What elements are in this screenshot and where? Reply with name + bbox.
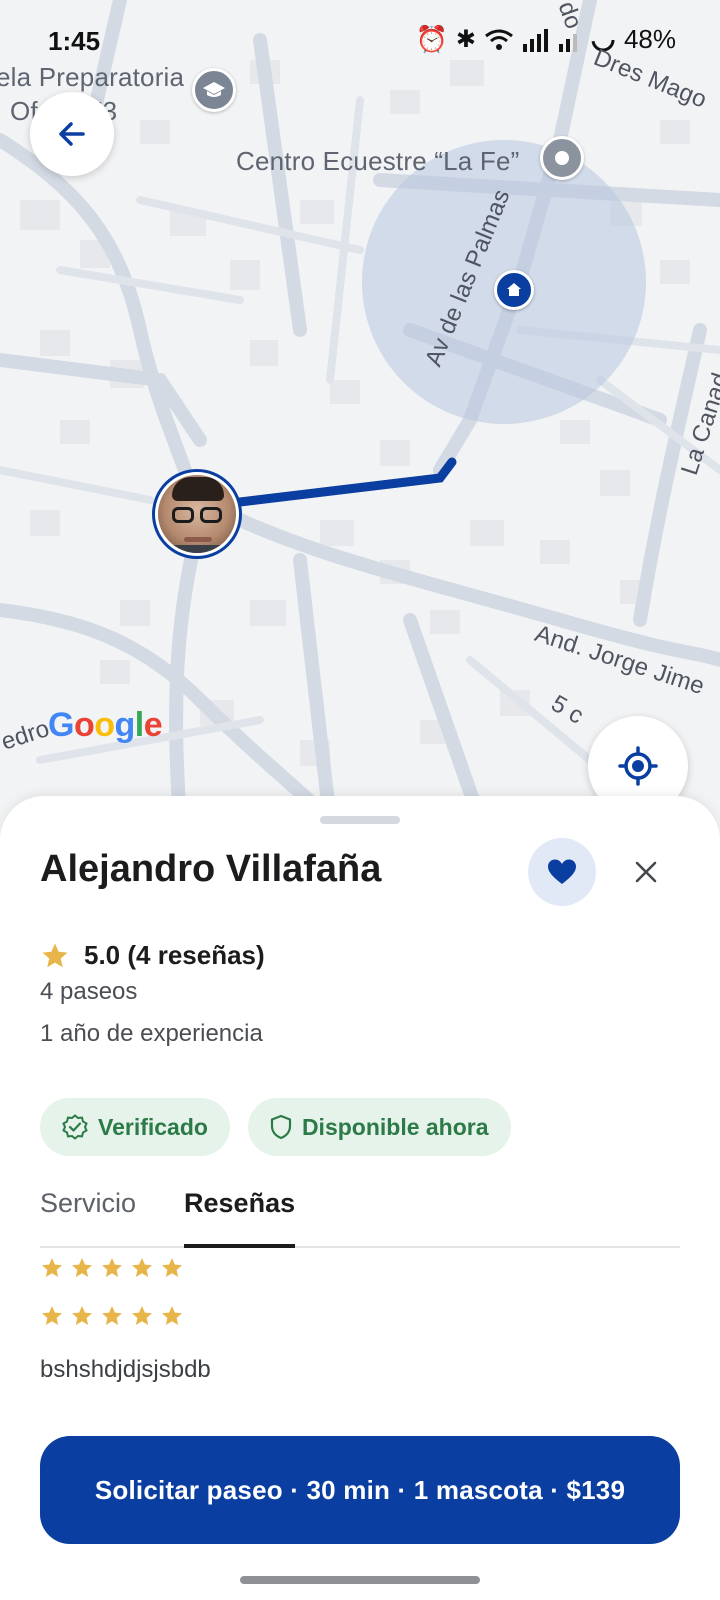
star-icon — [42, 1258, 62, 1277]
review-text: bshshdjdjsjsbdb — [40, 1356, 211, 1383]
star-icon — [102, 1306, 122, 1325]
review-2-stars — [40, 1304, 184, 1328]
place-poi-icon[interactable] — [540, 136, 584, 180]
wifi-icon — [485, 29, 513, 50]
alarm-icon: ⏰ — [415, 24, 448, 54]
walker-avatar[interactable] — [152, 469, 242, 559]
arrow-left-icon — [59, 122, 85, 146]
google-logo: Google — [48, 706, 163, 745]
back-button[interactable] — [30, 92, 114, 176]
bluetooth-icon: ✱ — [455, 26, 476, 53]
status-time: 1:45 — [48, 26, 101, 56]
star-icon — [42, 943, 68, 967]
star-icon — [132, 1258, 152, 1277]
google-logo-letter: o — [73, 706, 95, 744]
walker-name: Alejandro Villafaña — [40, 848, 382, 890]
favorite-button[interactable] — [528, 838, 596, 906]
available-badge: Disponible ahora — [247, 1098, 511, 1156]
map-label-equestrian: Centro Ecuestre “La Fe” — [236, 146, 520, 176]
google-logo-letter: g — [114, 706, 136, 744]
tab-bar: Servicio Reseñas — [40, 1174, 680, 1248]
verified-badge-icon — [62, 1114, 88, 1140]
rating-text: 5.0 (4 reseñas) — [84, 940, 265, 970]
tab-service[interactable]: Servicio — [40, 1174, 136, 1246]
experience-text: 1 año de experiencia — [40, 1020, 263, 1047]
walks-count: 4 paseos — [40, 978, 138, 1005]
drag-handle[interactable] — [320, 816, 400, 824]
badges: Verificado Disponible ahora — [40, 1098, 511, 1156]
star-icon — [162, 1306, 182, 1325]
star-icon — [102, 1258, 122, 1277]
school-poi-icon[interactable] — [192, 68, 236, 112]
google-logo-letter: l — [134, 706, 144, 744]
signal-icon — [522, 28, 548, 52]
map-view[interactable]: 1:45 ⏰ ✱ 48% ela Preparatoria Of lo.273 … — [0, 0, 720, 820]
star-icon — [72, 1258, 92, 1277]
review-1-stars — [40, 1256, 184, 1280]
tab-reviews[interactable]: Reseñas — [184, 1174, 296, 1248]
close-button[interactable] — [622, 848, 670, 896]
my-location-icon — [618, 746, 658, 786]
available-label: Disponible ahora — [301, 1113, 489, 1140]
walker-detail-sheet: Alejandro Villafaña 5.0 (4 reseñas) 4 pa… — [0, 796, 720, 1600]
rating-row: 5.0 (4 reseñas) — [40, 940, 265, 971]
star-icon — [162, 1258, 182, 1277]
home-icon — [494, 270, 534, 310]
shield-icon — [270, 1114, 292, 1140]
verified-label: Verificado — [98, 1113, 208, 1140]
battery-percent: 48% — [623, 24, 676, 54]
google-logo-letter: e — [143, 706, 163, 744]
star-icon — [72, 1306, 92, 1325]
status-icons: ⏰ ✱ 48% — [415, 24, 676, 55]
request-walk-button[interactable]: Solicitar paseo · 30 min · 1 mascota · $… — [40, 1436, 680, 1544]
map-label-school: ela Preparatoria — [0, 62, 185, 92]
star-icon — [132, 1306, 152, 1325]
google-logo-letter: o — [94, 706, 115, 744]
verified-badge: Verificado — [40, 1098, 230, 1156]
heart-icon — [548, 859, 576, 884]
star-icon — [42, 1306, 62, 1325]
home-indicator[interactable] — [240, 1576, 480, 1584]
google-logo-letter: G — [48, 706, 74, 744]
close-icon — [635, 861, 657, 883]
